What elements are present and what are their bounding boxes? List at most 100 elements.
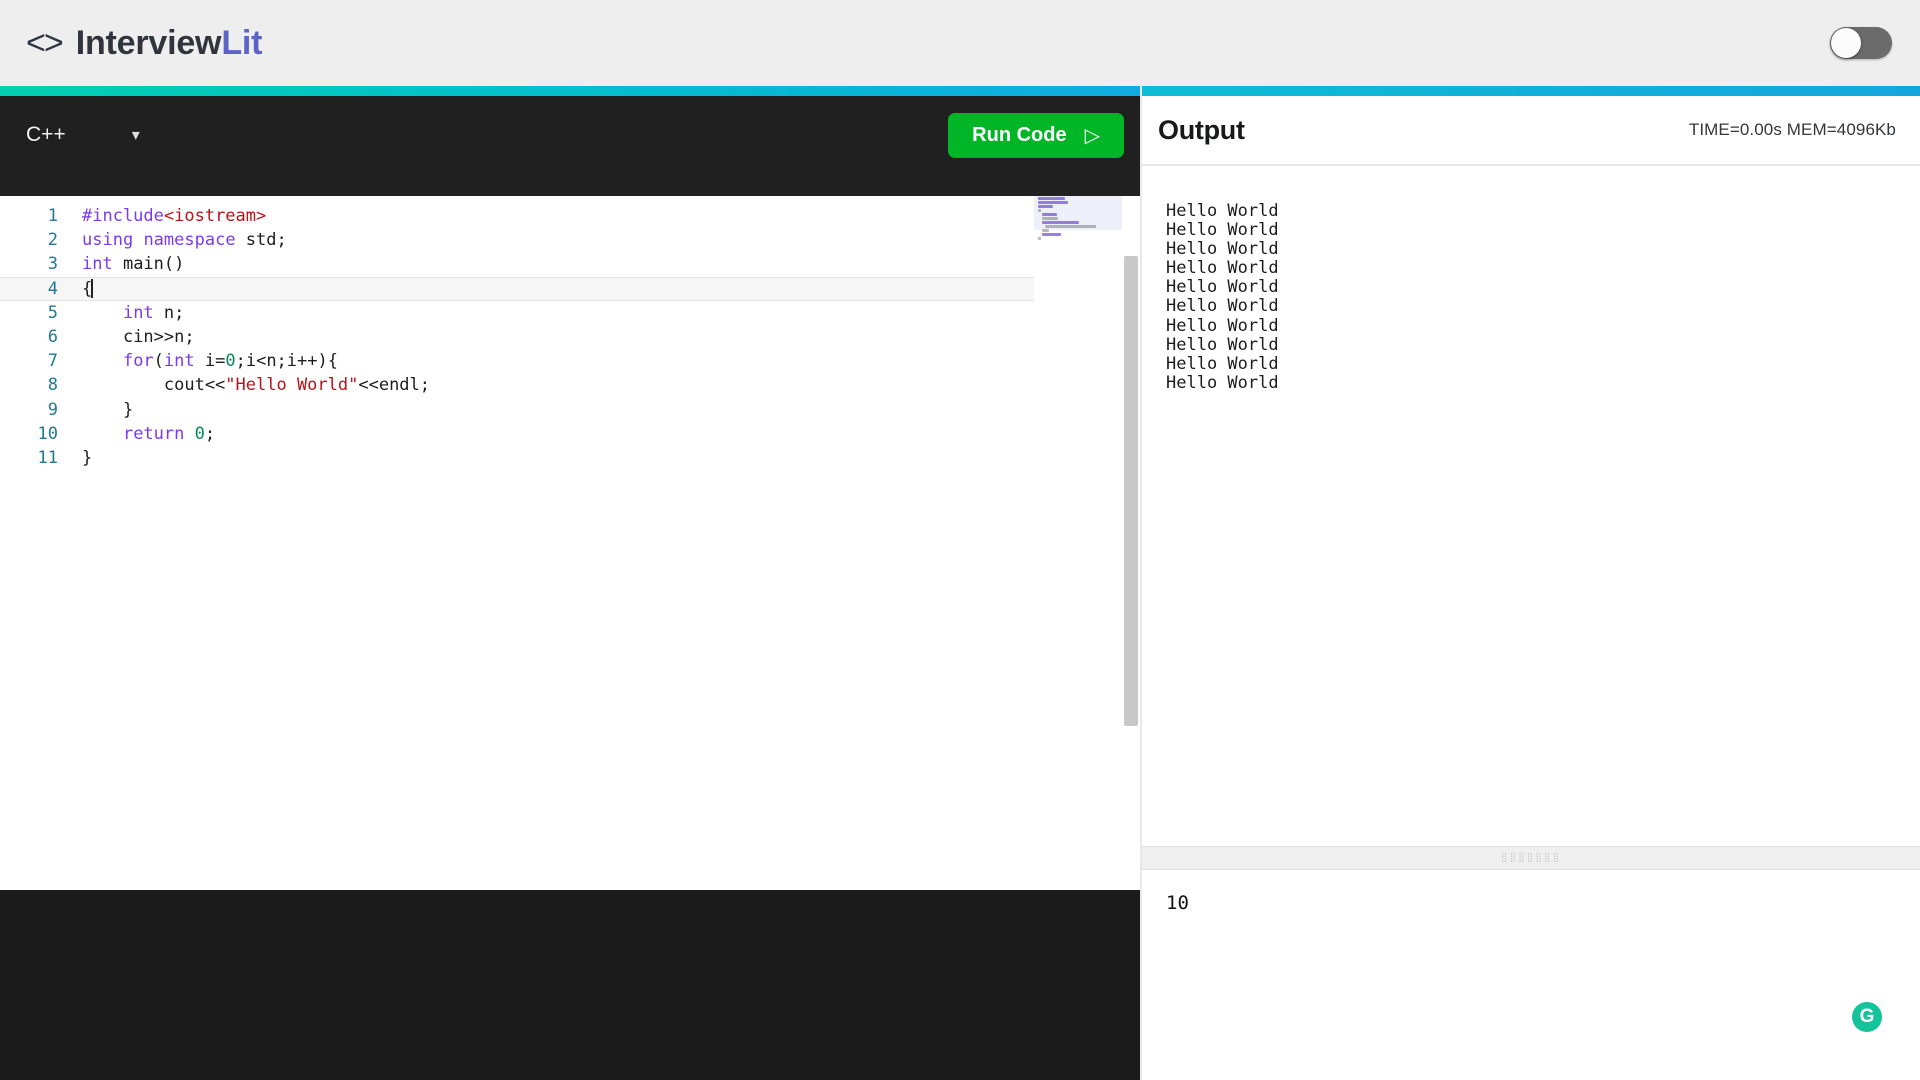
code-token: #include — [82, 206, 164, 226]
chevron-down-icon: ▾ — [131, 127, 140, 144]
code-token: std; — [235, 230, 287, 251]
code-token: n; — [153, 302, 185, 323]
line-number: 2 — [47, 230, 58, 251]
line-number: 1 — [47, 206, 58, 226]
output-console: Hello World Hello World Hello World Hello W… — [1142, 166, 1920, 846]
grammarly-glyph: G — [1859, 1006, 1875, 1027]
line-number: 3 — [47, 254, 58, 275]
language-select-value: C++ — [26, 123, 66, 146]
output-line: Hello World — [1166, 277, 1279, 298]
code-token: } — [82, 447, 93, 468]
code-token: <<endl; — [358, 375, 431, 396]
output-pane: Output TIME=0.00s MEM=4096Kb Hello World… — [1140, 86, 1920, 1080]
code-token: using — [82, 230, 134, 251]
code-line[interactable]: 2 using namespace std; — [0, 228, 1140, 252]
app-header: <> InterviewLit — [0, 0, 1920, 86]
code-token: 0 — [225, 351, 236, 372]
code-line[interactable]: 10 return 0; — [0, 422, 1140, 446]
line-number: 9 — [47, 399, 58, 420]
code-line-text: } — [58, 446, 92, 470]
code-token: 0 — [194, 423, 205, 444]
code-token: namespace — [143, 230, 236, 251]
code-token: ;i<n;i++){ — [235, 351, 338, 372]
editor-accent-bar — [0, 86, 1140, 96]
language-select[interactable]: C++ ▾ — [22, 117, 144, 153]
text-cursor — [91, 278, 94, 298]
code-line[interactable]: 5 int n; — [0, 301, 1140, 325]
editor-toolbar: C++ ▾ Run Code ▷ — [0, 96, 1140, 174]
editor-footer-panel — [0, 890, 1140, 1080]
output-line: Hello World — [1166, 201, 1279, 221]
line-number: 4 — [47, 278, 58, 299]
code-token: } — [82, 399, 134, 420]
editor-subbar — [0, 174, 1140, 196]
code-token: main() — [112, 254, 185, 275]
output-line: Hello World — [1166, 334, 1279, 355]
brand-accent: Lit — [221, 23, 263, 62]
output-line: Hello World — [1166, 372, 1279, 393]
code-lines: 1 #include<iostream> 2 using namespace std;… — [0, 204, 1140, 470]
code-brackets-icon: <> — [26, 23, 64, 62]
scrollbar-thumb[interactable] — [1124, 256, 1138, 726]
output-line: Hello World — [1166, 315, 1279, 336]
run-code-button[interactable]: Run Code ▷ — [948, 112, 1124, 158]
output-line: Hello World — [1166, 239, 1279, 260]
editor-vertical-scrollbar[interactable] — [1122, 196, 1140, 890]
brand-prefix: Interview — [75, 23, 222, 62]
code-line-text: using namespace std; — [58, 228, 287, 252]
code-token: return — [122, 423, 185, 444]
code-token: i= — [194, 351, 226, 372]
code-token: int — [122, 302, 154, 323]
line-number: 11 — [37, 447, 58, 468]
splitter-grip-icon: ⣿⣿⣿⣿⣿⣿⣿ — [1500, 853, 1562, 863]
line-number: 6 — [47, 326, 58, 347]
code-line[interactable]: 9 } — [0, 398, 1140, 422]
code-line-text: #include<iostream> — [58, 204, 266, 228]
code-line-text: int main() — [58, 252, 184, 276]
code-token: <iostream> — [163, 206, 267, 226]
line-number: 10 — [37, 423, 58, 444]
play-triangle-icon: ▷ — [1084, 124, 1100, 147]
output-accent-bar — [1142, 86, 1920, 96]
pane-splitter[interactable]: ⣿⣿⣿⣿⣿⣿⣿ — [1142, 846, 1920, 870]
stdin-input-area[interactable]: 10 G — [1142, 870, 1920, 1080]
code-line-text: return 0; — [58, 422, 215, 446]
code-token: "Hello World" — [225, 375, 359, 396]
code-line[interactable]: 1 #include<iostream> — [0, 204, 1140, 228]
line-number: 7 — [47, 351, 58, 372]
editor-pane: C++ ▾ Run Code ▷ 1 #include<iostream> 2 usi… — [0, 86, 1140, 1080]
code-line[interactable]: 4{ — [0, 276, 1140, 301]
output-line: Hello World — [1166, 353, 1279, 374]
code-token: ; — [204, 423, 216, 444]
output-line: Hello World — [1166, 258, 1279, 279]
code-line-text: } — [58, 398, 133, 422]
minimap-line — [1038, 197, 1065, 200]
code-token: int — [82, 254, 113, 275]
code-line-text: for(int i=0;i<n;i++){ — [58, 349, 338, 373]
code-line[interactable]: 11} — [0, 446, 1140, 470]
run-code-label: Run Code — [972, 123, 1067, 146]
brand-logo[interactable]: <> InterviewLit — [26, 24, 262, 63]
output-title: Output — [1158, 114, 1245, 145]
code-line[interactable]: 3 int main() — [0, 252, 1140, 276]
grammarly-icon[interactable]: G — [1852, 1002, 1882, 1032]
code-line[interactable]: 8 cout<<"Hello World"<<endl; — [0, 373, 1140, 397]
toggle-knob — [1831, 28, 1861, 58]
stdin-value: 10 — [1166, 892, 1189, 914]
code-token: cin>>n; — [82, 326, 195, 347]
theme-toggle-switch[interactable] — [1830, 27, 1892, 59]
code-line-text: int n; — [58, 301, 184, 325]
code-token: cout<< — [82, 375, 226, 396]
output-header: Output TIME=0.00s MEM=4096Kb — [1142, 96, 1920, 164]
output-line: Hello World — [1166, 220, 1279, 241]
code-line[interactable]: 7 for(int i=0;i<n;i++){ — [0, 349, 1140, 373]
code-token: for — [122, 351, 154, 372]
code-editor[interactable]: 1 #include<iostream> 2 using namespace std;… — [0, 196, 1140, 890]
code-line[interactable]: 6 cin>>n; — [0, 325, 1140, 349]
code-line-text: cout<<"Hello World"<<endl; — [58, 373, 430, 397]
code-token: int — [163, 351, 195, 372]
